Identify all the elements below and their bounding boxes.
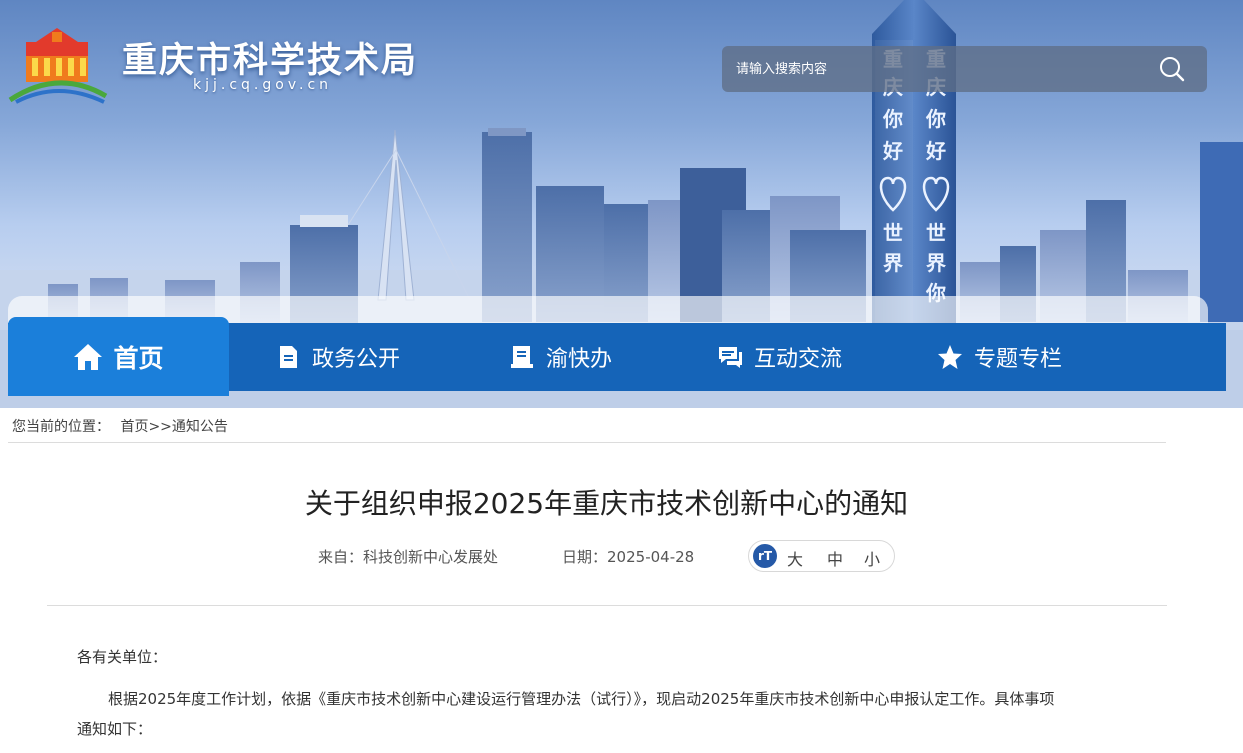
search-bar xyxy=(722,46,1207,92)
search-icon[interactable] xyxy=(1159,56,1185,82)
source-value: 科技创新中心发展处 xyxy=(363,548,499,566)
tower-char: 界 xyxy=(883,251,903,275)
emblem-logo xyxy=(8,28,108,104)
nav-item-yukuaiban[interactable]: 渝快办 xyxy=(508,323,612,391)
article-title: 关于组织申报2025年重庆市技术创新中心的通知 xyxy=(304,487,909,520)
book-icon xyxy=(508,343,536,371)
font-size-icon: rT xyxy=(753,544,777,568)
site-domain: kjj.cq.gov.cn xyxy=(193,77,333,93)
tower-char: 世 xyxy=(926,221,946,245)
tower-char: 界 xyxy=(926,251,946,275)
breadcrumb-separator: >> xyxy=(148,419,172,435)
nav-label: 专题专栏 xyxy=(974,347,1063,372)
star-icon xyxy=(936,343,964,371)
nav-label: 互动交流 xyxy=(754,347,843,372)
paragraph-line: 通知如下： xyxy=(77,720,153,738)
breadcrumb-home-link[interactable]: 首页 xyxy=(120,419,148,435)
site-title: 重庆市科学技术局 xyxy=(122,41,419,81)
nav-label: 首页 xyxy=(113,343,164,373)
date-label: 日期： xyxy=(562,548,608,566)
font-size-small[interactable]: 小 xyxy=(864,546,880,570)
tower-char: 你 xyxy=(925,107,946,131)
nav-item-zhuanti[interactable]: 专题专栏 xyxy=(936,323,1062,391)
breadcrumb-label: 您当前的位置： xyxy=(12,419,110,435)
source-label: 来自： xyxy=(318,548,364,566)
tower-char: 你 xyxy=(882,107,903,131)
salutation: 各有关单位： xyxy=(77,648,168,666)
font-size-switcher: rT 大 中 小 xyxy=(748,540,895,572)
search-input[interactable] xyxy=(736,46,1146,92)
divider xyxy=(8,442,1166,443)
breadcrumb: 您当前的位置： 首页>>通知公告 xyxy=(12,416,228,436)
article-source: 来自：科技创新中心发展处 xyxy=(318,546,498,567)
nav-label: 政务公开 xyxy=(312,347,401,372)
tower-char: 好 xyxy=(882,139,903,163)
date-value: 2025-04-28 xyxy=(607,548,695,566)
font-size-medium[interactable]: 中 xyxy=(827,546,843,570)
article-date: 日期：2025-04-28 xyxy=(562,546,694,567)
breadcrumb-current-link[interactable]: 通知公告 xyxy=(172,419,228,435)
tower-char: 好 xyxy=(925,139,946,163)
nav-item-zhengwu[interactable]: 政务公开 xyxy=(274,323,400,391)
home-icon xyxy=(73,342,103,372)
nav-label: 渝快办 xyxy=(546,347,613,372)
document-icon xyxy=(274,343,302,371)
divider xyxy=(47,605,1167,606)
chat-icon xyxy=(716,343,744,371)
nav-item-home[interactable]: 首页 xyxy=(8,317,229,396)
font-size-large[interactable]: 大 xyxy=(787,546,803,570)
tower-char: 世 xyxy=(883,221,903,245)
paragraph-line: 根据2025年度工作计划，依据《重庆市技术创新中心建设运行管理办法（试行）》，现… xyxy=(108,690,1055,708)
nav-item-hudong[interactable]: 互动交流 xyxy=(716,323,842,391)
